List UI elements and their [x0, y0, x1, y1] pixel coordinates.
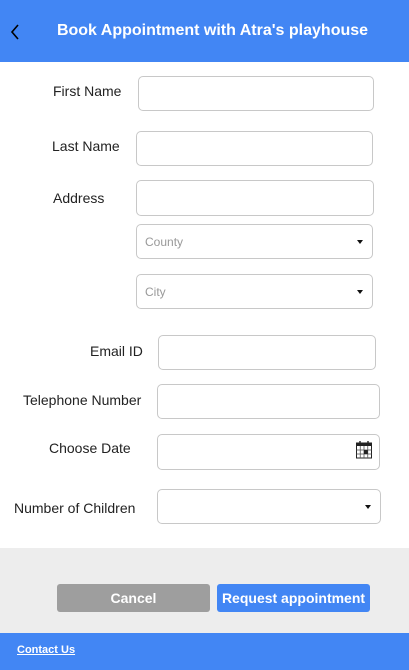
address-label: Address	[53, 190, 105, 206]
chevron-down-icon	[365, 504, 371, 509]
first-name-label: First Name	[53, 83, 122, 99]
chevron-down-icon	[357, 239, 363, 244]
action-bar: Cancel Request appointment	[0, 548, 409, 633]
city-placeholder: City	[145, 284, 166, 299]
page-title: Book Appointment with Atra's playhouse	[56, 22, 369, 39]
email-label: Email ID	[90, 343, 143, 359]
county-placeholder: County	[145, 234, 184, 249]
chevron-down-icon	[357, 289, 363, 294]
address-input[interactable]	[137, 181, 373, 215]
request-appointment-button[interactable]: Request appointment	[217, 584, 370, 612]
last-name-input[interactable]	[137, 132, 372, 165]
last-name-field[interactable]	[136, 131, 373, 166]
email-field[interactable]	[158, 335, 376, 370]
calendar-icon[interactable]	[356, 441, 372, 464]
telephone-field[interactable]	[157, 384, 380, 419]
contact-us-link[interactable]: Contact Us	[17, 644, 75, 656]
email-input[interactable]	[159, 336, 375, 369]
footer: Contact Us	[0, 633, 409, 670]
chevron-left-icon[interactable]	[6, 20, 24, 44]
date-label: Choose Date	[49, 440, 131, 456]
county-select[interactable]: County	[136, 224, 373, 259]
first-name-field[interactable]	[138, 76, 374, 111]
children-select[interactable]	[157, 489, 381, 524]
city-select[interactable]: City	[136, 274, 373, 309]
telephone-label: Telephone Number	[23, 392, 142, 408]
children-label: Number of Children	[14, 500, 136, 516]
date-field[interactable]	[157, 434, 380, 470]
app-header: Book Appointment with Atra's playhouse	[0, 0, 409, 62]
first-name-input[interactable]	[139, 77, 373, 110]
address-field[interactable]	[136, 180, 374, 216]
cancel-button[interactable]: Cancel	[57, 584, 210, 612]
date-input[interactable]	[158, 435, 379, 469]
last-name-label: Last Name	[52, 138, 120, 154]
telephone-input[interactable]	[158, 385, 379, 418]
